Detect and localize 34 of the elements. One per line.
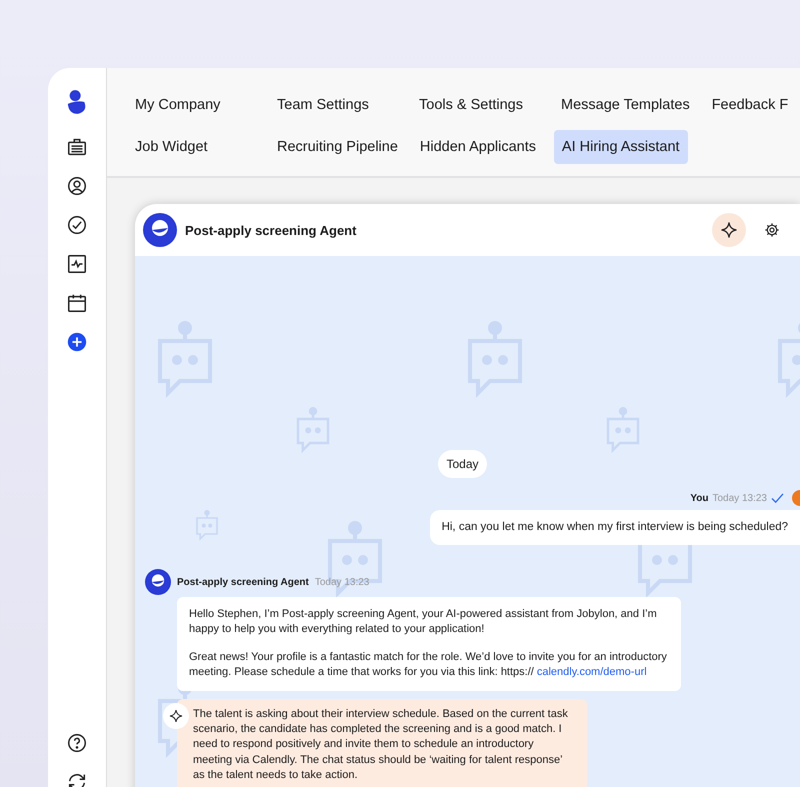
settings-tab[interactable]: Message Templates xyxy=(553,88,698,122)
sender-name: Post-apply screening Agent xyxy=(177,576,309,588)
agent-avatar-icon xyxy=(145,569,171,595)
add-icon[interactable] xyxy=(66,331,88,353)
settings-tab[interactable]: Job Widget xyxy=(127,130,263,164)
settings-tab[interactable]: Feedback F xyxy=(704,88,800,122)
settings-tab[interactable]: AI Hiring Assistant xyxy=(554,130,688,164)
message-time: Today 13:23 xyxy=(712,492,767,504)
agent-avatar-icon xyxy=(143,213,177,247)
sparkle-button[interactable] xyxy=(712,213,746,247)
refresh-icon[interactable] xyxy=(66,771,88,787)
sparkle-icon xyxy=(719,220,739,240)
help-icon[interactable] xyxy=(66,732,88,754)
reasoning-note: The talent is asking about their interview schedule. Based on the current task scenario, the candidate has completed the screening and is a good match. I need to respond positively and invite them to schedule an introductory meeting via Calendly. The chat status should be ‘waiting for talent response’ as the talent needs to take action. xyxy=(177,698,587,787)
check-circle-icon[interactable] xyxy=(66,214,88,236)
date-divider: Today xyxy=(438,450,487,478)
calendar-icon[interactable] xyxy=(66,292,88,314)
message-paragraph: Hello Stephen, I’m Post-apply screening Agent, your AI-powered assistant from Jobylon, and I’m happy to help you with everything related to your application! xyxy=(189,607,658,638)
settings-tab[interactable]: Tools & Settings xyxy=(411,88,547,122)
settings-tab[interactable]: Team Settings xyxy=(269,88,405,122)
settings-tab[interactable]: Recruiting Pipeline xyxy=(269,130,406,164)
activity-icon[interactable] xyxy=(66,253,88,275)
calendly-link[interactable]: calendly.com/demo-url xyxy=(536,666,647,678)
user-icon[interactable] xyxy=(66,175,88,197)
settings-tab[interactable]: Hidden Applicants xyxy=(412,130,548,164)
settings-tab[interactable]: My Company xyxy=(127,88,263,122)
logo-icon xyxy=(66,89,88,115)
settings-icon[interactable] xyxy=(764,222,780,238)
chat-title: Post-apply screening Agent xyxy=(185,222,356,238)
message-time: Today 13:23 xyxy=(314,576,370,588)
user-message: Hi, can you let me know when my first interview is being scheduled? xyxy=(430,510,800,545)
message-paragraph: Great news! Your profile is a fantastic match for the role. We’d love to invite you for an introductory meeting. Please schedule a time that works for you via this link: https:// calendly.com/demo-url xyxy=(189,650,668,680)
briefcase-icon[interactable] xyxy=(66,136,88,158)
sender-name: You xyxy=(690,492,708,504)
